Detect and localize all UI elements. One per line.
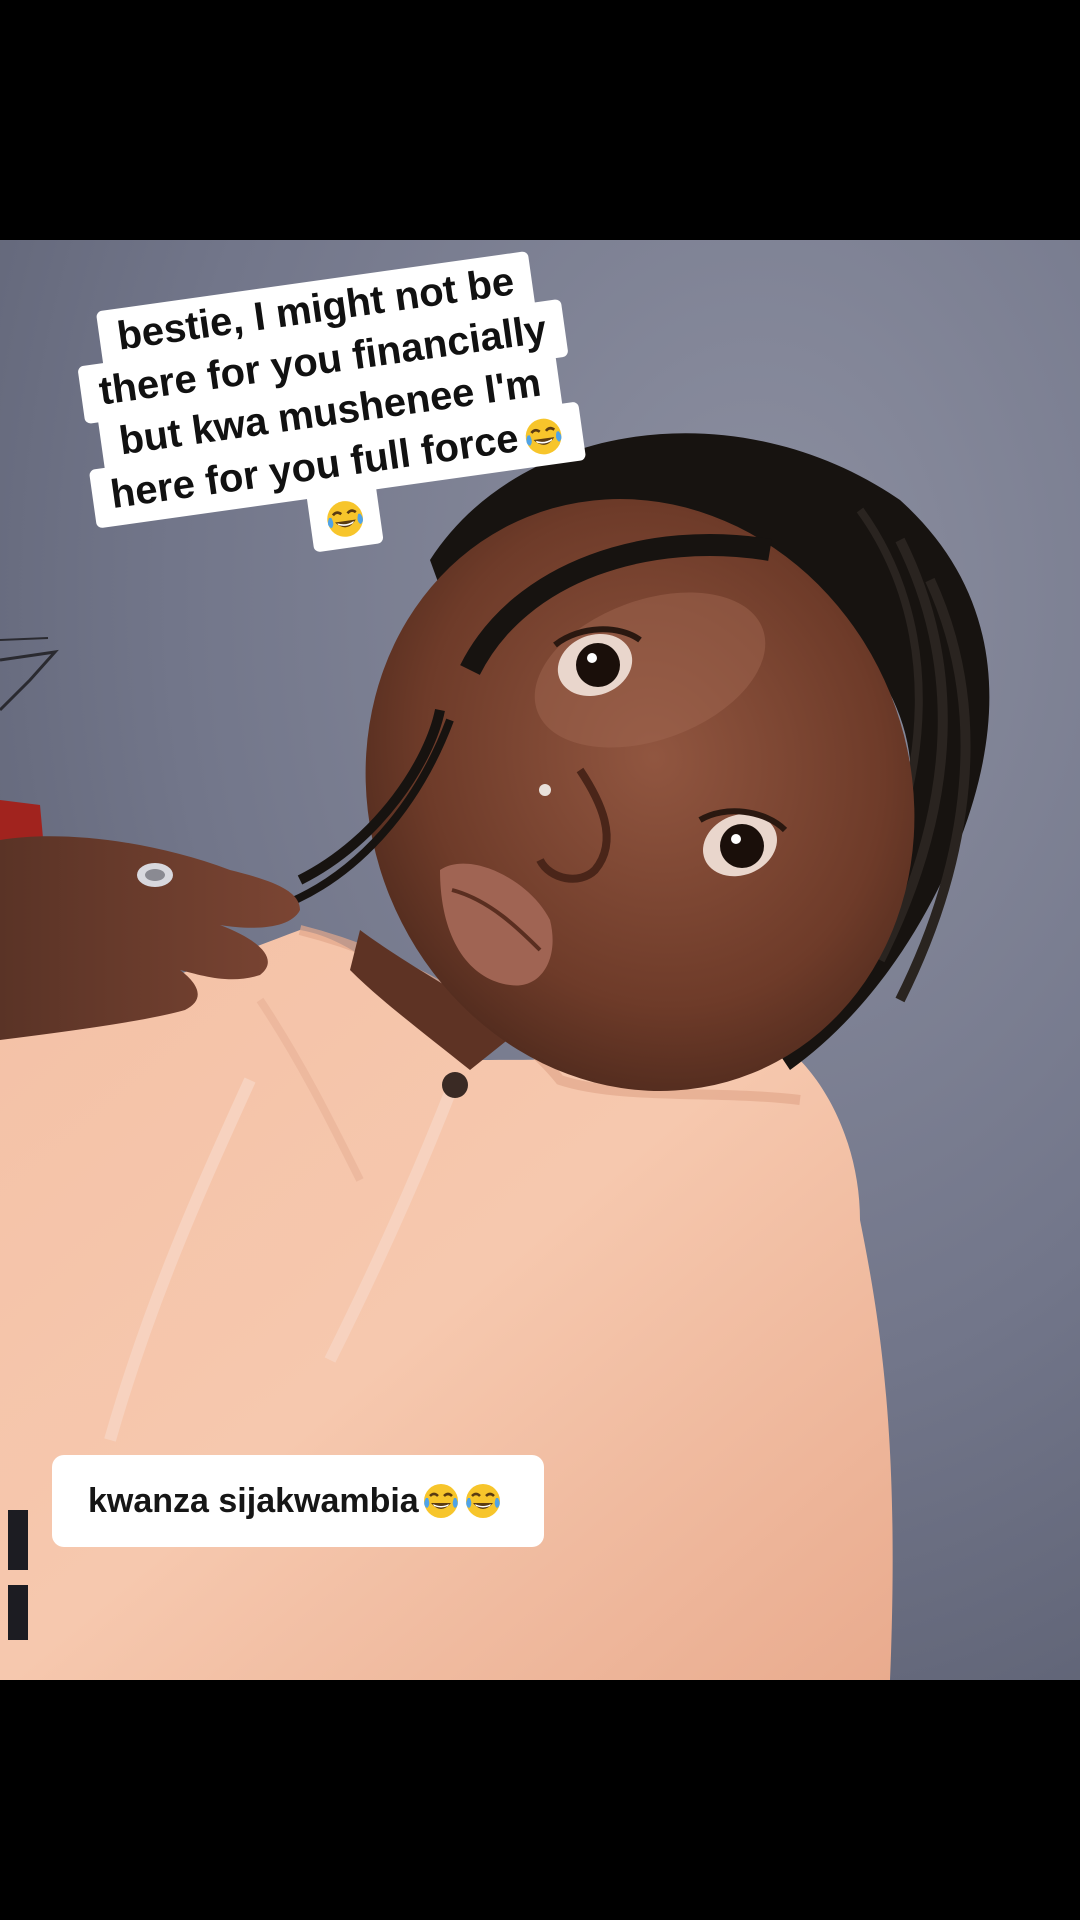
- video-frame: bestie, I might not be there for you fin…: [0, 0, 1080, 1920]
- tears-of-joy-emoji-icon: [327, 500, 363, 537]
- caption-bottom: kwanza sijakwambia: [52, 1455, 544, 1547]
- tears-of-joy-emoji-icon: [423, 1484, 458, 1518]
- video-content[interactable]: bestie, I might not be there for you fin…: [0, 240, 1080, 1680]
- caption-bottom-text: kwanza sijakwambia: [88, 1481, 419, 1520]
- caption-line-5: [306, 483, 384, 553]
- tears-of-joy-emoji-icon: [525, 419, 562, 455]
- tears-of-joy-emoji-icon: [465, 1484, 500, 1518]
